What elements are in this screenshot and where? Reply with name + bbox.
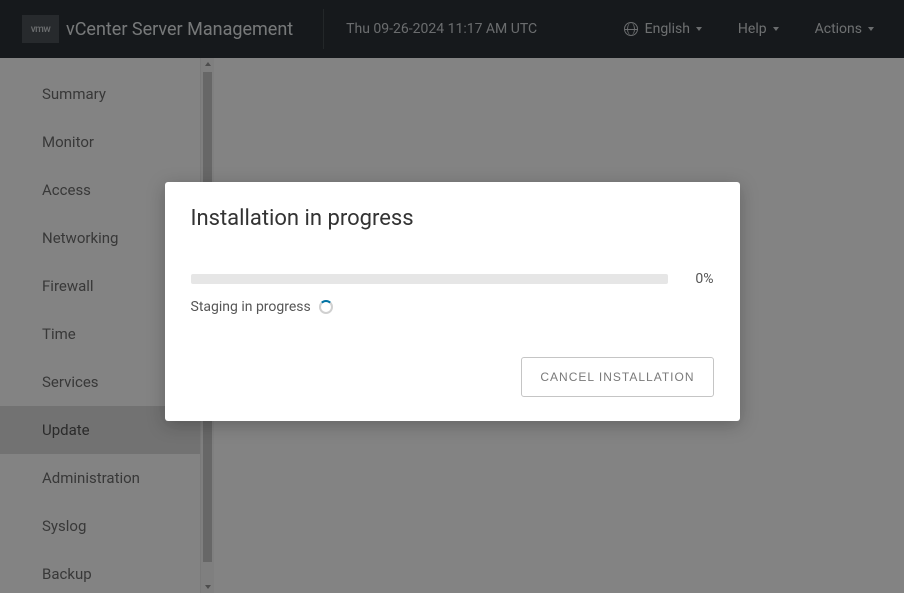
modal-title: Installation in progress bbox=[191, 206, 714, 231]
cancel-installation-button[interactable]: CANCEL INSTALLATION bbox=[521, 357, 713, 397]
spinner-icon bbox=[319, 300, 333, 314]
modal-overlay: Installation in progress 0% Staging in p… bbox=[0, 0, 904, 593]
status-text: Staging in progress bbox=[191, 299, 311, 315]
progress-percent: 0% bbox=[686, 271, 714, 287]
progress-bar bbox=[191, 274, 668, 284]
installation-modal: Installation in progress 0% Staging in p… bbox=[165, 182, 740, 421]
